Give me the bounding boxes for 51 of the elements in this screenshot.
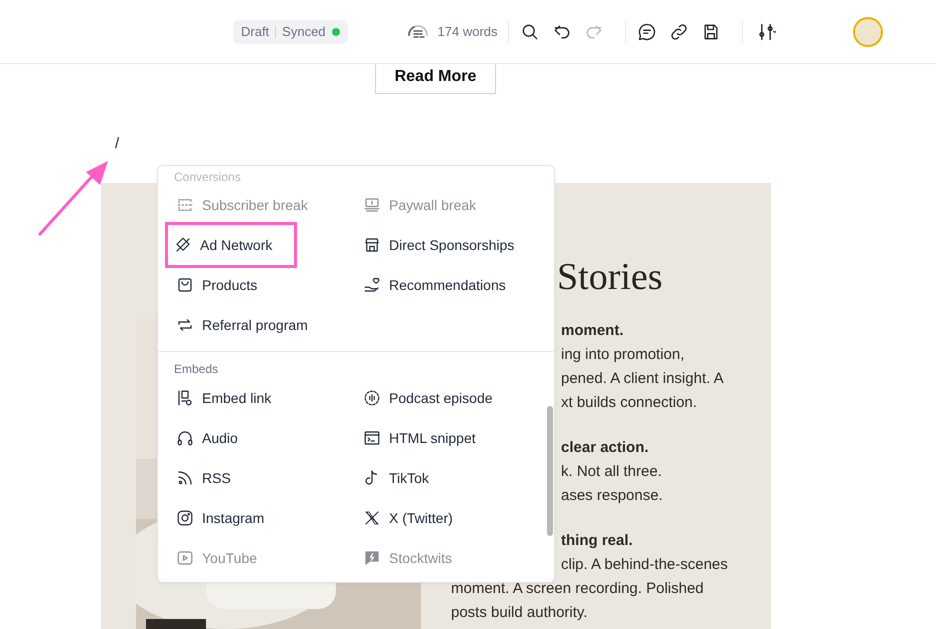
swap-icon (176, 316, 194, 334)
menu-item[interactable]: HTML snippet (361, 418, 478, 458)
menu-item[interactable]: X (Twitter) (361, 498, 455, 538)
draft-label: Draft (241, 22, 270, 41)
rss-icon (176, 469, 194, 487)
body-text: moment. (561, 321, 624, 341)
scrollbar[interactable] (547, 406, 553, 536)
card-heading: Stories (557, 255, 664, 299)
menu-item[interactable]: Instagram (174, 498, 266, 538)
play-icon (176, 549, 194, 567)
menu-item[interactable]: Ad Network (168, 225, 294, 265)
menu-item[interactable]: RSS (174, 458, 233, 498)
bag-icon (176, 276, 194, 294)
search-icon (520, 22, 540, 42)
body-text: k. Not all three. (561, 462, 662, 482)
slash-text: / (115, 134, 120, 154)
body-text: ing into promotion, (561, 345, 684, 365)
word-count: 174 words (438, 22, 498, 41)
link-icon (668, 22, 689, 42)
headphones-icon (176, 429, 194, 447)
divider-icon (176, 196, 194, 214)
menu-item[interactable]: TikTok (361, 458, 431, 498)
storefront-icon (363, 236, 381, 254)
synced-label: Synced (282, 22, 326, 41)
section-label: Embeds (174, 361, 218, 378)
menu-item[interactable]: Embed link (174, 378, 274, 418)
body-text: clear action. (561, 438, 649, 458)
menu-item[interactable]: Recommendations (361, 265, 508, 305)
instagram-icon (176, 509, 194, 527)
body-text: moment. A screen recording. Polished (451, 579, 704, 599)
embed-icon (176, 389, 194, 407)
menu-item[interactable]: Podcast episode (361, 378, 495, 418)
body-text: thing real. (561, 531, 633, 551)
status-dot (332, 28, 340, 36)
body-text: xt builds connection. (561, 393, 697, 413)
body-text: posts build authority. (451, 603, 588, 623)
body-text: clip. A behind-the-scenes (561, 555, 728, 575)
menu-item[interactable]: Audio (174, 418, 240, 458)
chat-bolt-icon (363, 549, 381, 567)
comment-icon (636, 22, 657, 42)
menu-item[interactable]: Products (174, 265, 260, 305)
hand-heart-icon (363, 276, 381, 294)
podcast-icon (363, 389, 381, 407)
section-label: Conversions (174, 169, 241, 185)
body-text: ases response. (561, 486, 663, 506)
x-icon (363, 509, 381, 527)
menu-item[interactable]: Referral program (174, 305, 310, 345)
read-more-button[interactable]: Read More (375, 64, 496, 94)
terminal-icon (363, 429, 381, 447)
menu-item[interactable]: Direct Sponsorships (361, 225, 516, 265)
body-text: pened. A client insight. A (561, 369, 724, 389)
